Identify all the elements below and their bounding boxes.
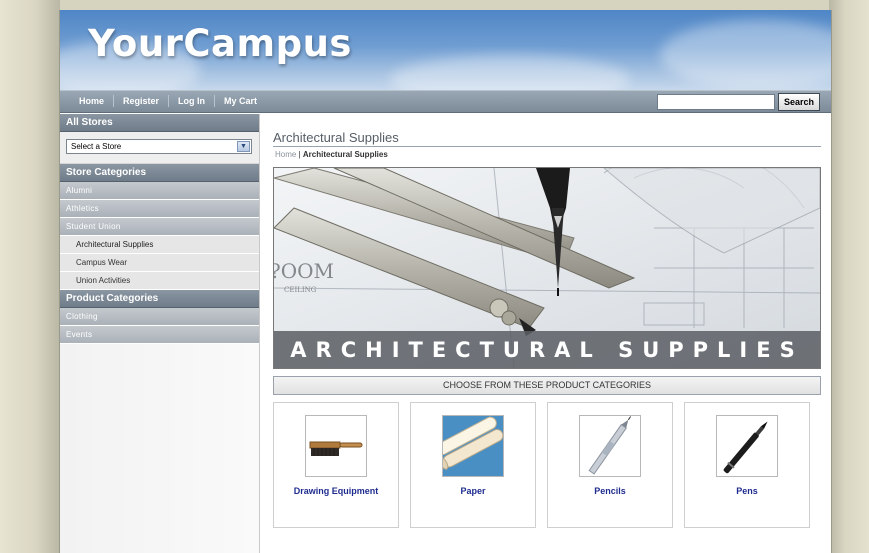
top-nav-bar: Home Register Log In My Cart Search [60,90,831,113]
cloud-decoration [660,20,831,90]
page-container: YourCampus Home Register Log In My Cart … [59,10,832,553]
banner-caption: ARCHITECTURAL SUPPLIES [274,331,820,368]
brush-icon[interactable] [305,415,367,477]
backdrop-right [829,0,869,553]
breadcrumb-separator: | [298,150,301,159]
pen-icon[interactable] [716,415,778,477]
paper-roll-icon[interactable] [442,415,504,477]
product-card-paper[interactable]: Paper [410,402,536,528]
search-button[interactable]: Search [778,93,820,111]
site-header: YourCampus [60,10,831,90]
search-input[interactable] [657,94,775,110]
store-categories-heading: Store Categories [60,164,259,182]
svg-text:CEILING: CEILING [284,286,317,294]
product-name-paper[interactable]: Paper [411,486,535,496]
sidebar-subitem-architectural-supplies[interactable]: Architectural Supplies [60,236,259,254]
product-card-drawing-equipment[interactable]: Drawing Equipment [273,402,399,528]
nav-cart-link[interactable]: My Cart [215,95,266,107]
sidebar-subitem-campus-wear[interactable]: Campus Wear [60,254,259,272]
choose-categories-heading: CHOOSE FROM THESE PRODUCT CATEGORIES [273,376,821,395]
product-card-pencils[interactable]: Pencils [547,402,673,528]
sidebar-item-alumni[interactable]: Alumni [60,182,259,200]
sidebar-subitem-union-activities[interactable]: Union Activities [60,272,259,290]
nav-home-link[interactable]: Home [70,95,115,107]
breadcrumb: Home | Architectural Supplies [275,150,388,159]
main-content: Architectural Supplies Home | Architectu… [273,114,821,553]
product-name-pens[interactable]: Pens [685,486,809,496]
product-categories-heading: Product Categories [60,290,259,308]
svg-text:?OOM: ?OOM [274,259,334,283]
backdrop-left [0,0,60,553]
sidebar-item-athletics[interactable]: Athletics [60,200,259,218]
product-grid: Drawing Equipment Paper Pencils Pens [273,402,821,530]
nav-register-link[interactable]: Register [114,95,170,107]
sidebar-item-student-union[interactable]: Student Union [60,218,259,236]
sidebar-item-clothing[interactable]: Clothing [60,308,259,326]
sidebar: All Stores Select a Store ▼ Store Catego… [60,114,260,553]
title-divider [273,146,821,147]
breadcrumb-home-link[interactable]: Home [275,150,296,159]
all-stores-heading: All Stores [60,114,259,132]
product-card-pens[interactable]: Pens [684,402,810,528]
page-title: Architectural Supplies [273,130,399,145]
sidebar-item-events[interactable]: Events [60,326,259,344]
chevron-down-icon[interactable]: ▼ [237,141,250,152]
site-logo[interactable]: YourCampus [88,22,352,65]
nav-login-link[interactable]: Log In [169,95,216,107]
product-name-pencils[interactable]: Pencils [548,486,672,496]
pencil-icon[interactable] [579,415,641,477]
nav-links: Home Register Log In My Cart [70,95,266,107]
category-banner: ?OOM CEILING ARCHITECTURAL SUPPLIES [273,167,821,369]
cloud-decoration [390,55,630,90]
breadcrumb-current: Architectural Supplies [302,150,388,159]
store-select-wrap: Select a Store ▼ [60,132,259,164]
store-select-value: Select a Store [71,142,122,151]
product-name-drawing-equipment[interactable]: Drawing Equipment [274,486,398,496]
store-select[interactable]: Select a Store ▼ [66,139,252,154]
